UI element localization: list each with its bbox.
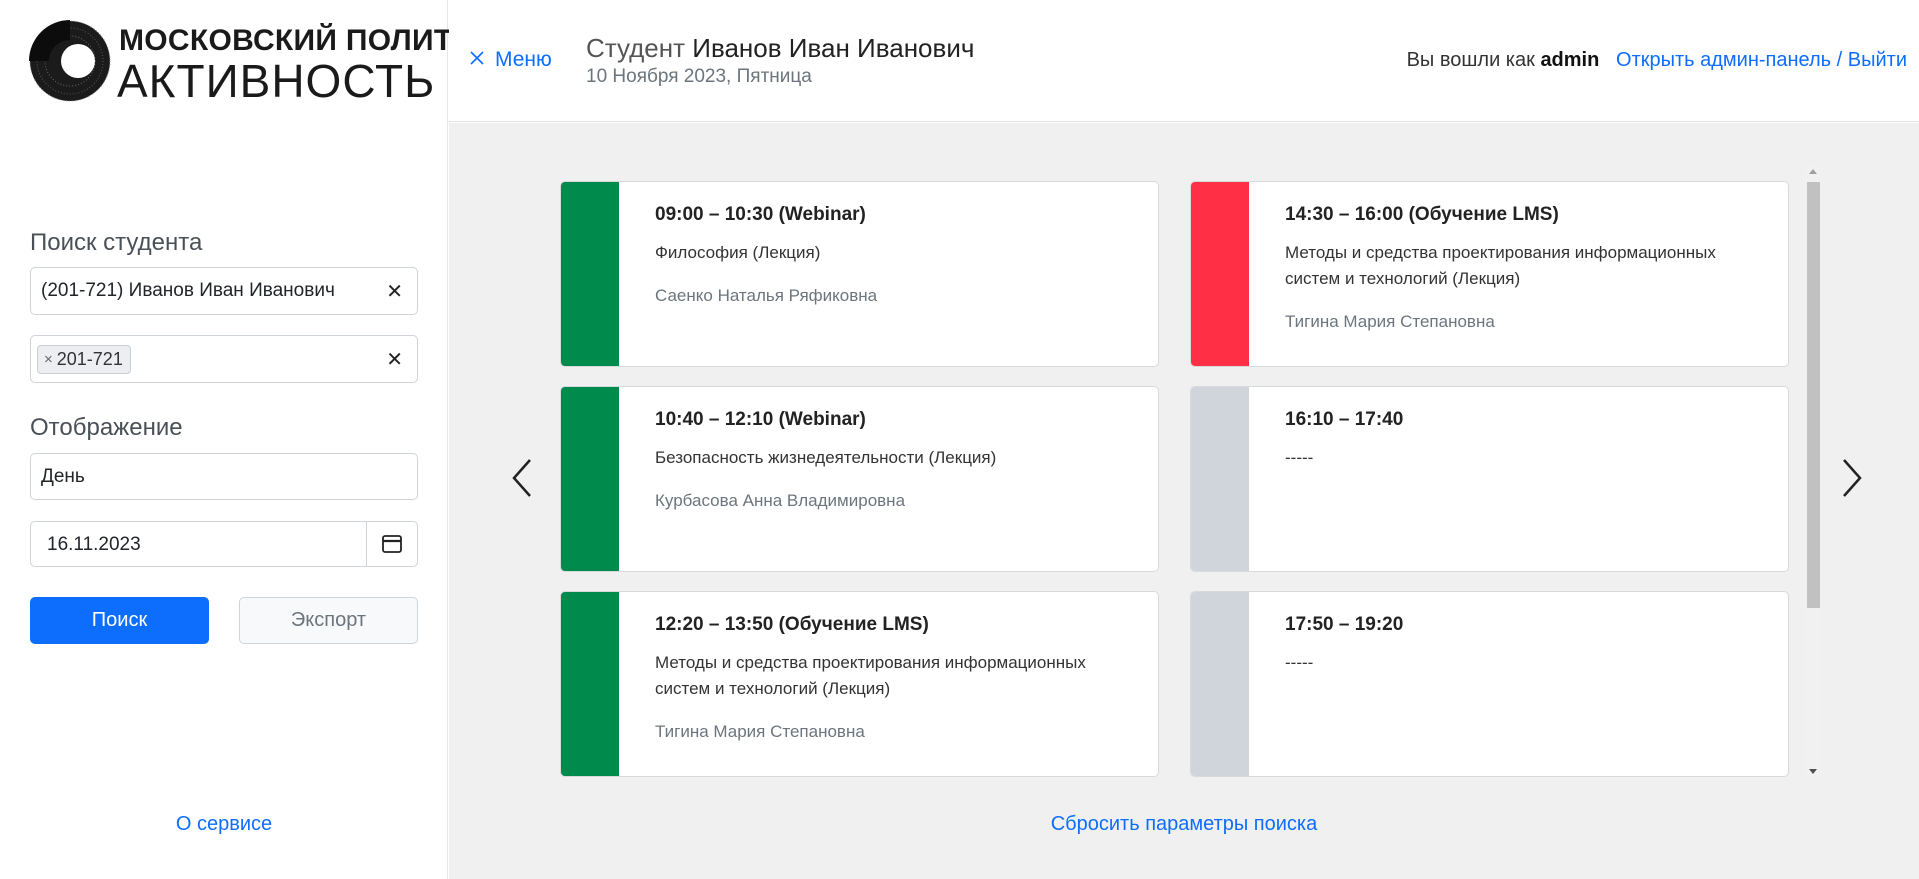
lesson-card[interactable]: 12:20 – 13:50 (Обучение LMS) Методы и ср…: [560, 591, 1159, 777]
lesson-card[interactable]: 09:00 – 10:30 (Webinar) Философия (Лекци…: [560, 181, 1159, 367]
scroll-down-icon[interactable]: [1809, 769, 1817, 774]
logout-link[interactable]: Выйти: [1848, 49, 1907, 71]
display-label: Отображение: [30, 414, 183, 441]
lesson-time: 17:50 – 19:20: [1285, 614, 1404, 635]
username: admin: [1540, 49, 1600, 71]
lesson-card[interactable]: 16:10 – 17:40 -----: [1190, 386, 1789, 572]
remove-tag-icon[interactable]: ×: [44, 351, 53, 368]
student-select[interactable]: (201-721) Иванов Иван Иванович ✕: [30, 267, 418, 315]
admin-panel-link[interactable]: Открыть админ-панель: [1616, 49, 1831, 71]
lesson-time: 10:40 – 12:10 (Webinar): [655, 409, 866, 430]
reset-search-link[interactable]: Сбросить параметры поиска: [449, 813, 1919, 836]
group-tag: × 201-721: [37, 344, 131, 374]
date-input-value: 16.11.2023: [47, 534, 141, 555]
lesson-status-bar: [561, 592, 619, 776]
export-button[interactable]: Экспорт: [239, 597, 418, 644]
search-button[interactable]: Поиск: [30, 597, 209, 644]
lesson-grid: 09:00 – 10:30 (Webinar) Философия (Лекци…: [560, 181, 1789, 778]
lesson-teacher: Тигина Мария Степановна: [655, 722, 865, 741]
lesson-subject: Философия (Лекция): [655, 243, 821, 262]
schedule-scrollbar[interactable]: [1805, 166, 1822, 777]
lesson-subject: Методы и средства проектирования информа…: [655, 653, 1086, 698]
lesson-status-bar: [561, 387, 619, 571]
display-select-value: День: [41, 465, 85, 487]
lesson-status-bar: [561, 182, 619, 366]
lesson-subject: -----: [1285, 653, 1314, 672]
lesson-subject: Безопасность жизнедеятельности (Лекция): [655, 448, 997, 467]
lesson-card[interactable]: 17:50 – 19:20 -----: [1190, 591, 1789, 777]
display-select[interactable]: День: [30, 453, 418, 500]
student-prefix: Студент: [586, 33, 686, 63]
logo-title: МОСКОВСКИЙ ПОЛИТЕХ: [119, 24, 494, 57]
logo[interactable]: МОСКОВСКИЙ ПОЛИТЕХ АКТИВНОСТЬ: [29, 20, 493, 107]
lesson-time: 09:00 – 10:30 (Webinar): [655, 204, 866, 225]
lesson-status-bar: [1191, 182, 1249, 366]
lesson-teacher: Курбасова Анна Владимировна: [655, 491, 906, 510]
logo-subtitle: АКТИВНОСТЬ: [117, 55, 436, 107]
scroll-up-icon[interactable]: [1809, 169, 1817, 174]
lesson-time: 16:10 – 17:40: [1285, 409, 1404, 430]
group-select[interactable]: × 201-721 ✕: [30, 335, 418, 383]
logged-in-text: Вы вошли как: [1406, 49, 1535, 71]
header: Меню Студент Иванов Иван Иванович 10 Ноя…: [449, 0, 1919, 122]
search-student-label: Поиск студента: [30, 229, 203, 256]
menu-toggle-button[interactable]: Меню: [469, 48, 552, 72]
schedule-date: 10 Ноября 2023, Пятница: [586, 66, 812, 87]
student-name: Иванов Иван Иванович: [692, 33, 975, 63]
clear-group-icon[interactable]: ✕: [386, 347, 403, 372]
lesson-teacher: Саенко Наталья Ряфиковна: [655, 286, 878, 305]
logo-mark-icon: [29, 20, 111, 102]
lesson-status-bar: [1191, 592, 1249, 776]
menu-label: Меню: [495, 48, 552, 71]
lesson-subject: -----: [1285, 448, 1314, 467]
lesson-subject: Методы и средства проектирования информа…: [1285, 243, 1716, 288]
auth-info: Вы вошли как admin Открыть админ-панель …: [1407, 49, 1907, 72]
lesson-card[interactable]: 14:30 – 16:00 (Обучение LMS) Методы и ср…: [1190, 181, 1789, 367]
next-day-arrow-icon[interactable]: [1836, 456, 1866, 500]
link-separator: /: [1836, 49, 1843, 71]
prev-day-arrow-icon[interactable]: [508, 456, 538, 500]
close-icon: [469, 48, 485, 72]
sidebar: МОСКОВСКИЙ ПОЛИТЕХ АКТИВНОСТЬ Поиск студ…: [0, 0, 493, 879]
lesson-status-bar: [1191, 387, 1249, 571]
page-title: Студент Иванов Иван Иванович: [586, 33, 974, 64]
lesson-time: 12:20 – 13:50 (Обучение LMS): [655, 614, 929, 635]
about-service-link[interactable]: О сервисе: [0, 813, 448, 836]
scroll-thumb[interactable]: [1807, 182, 1820, 608]
student-select-value: (201-721) Иванов Иван Иванович: [41, 280, 335, 301]
lesson-teacher: Тигина Мария Степановна: [1285, 312, 1495, 331]
clear-student-icon[interactable]: ✕: [386, 279, 403, 304]
lesson-card[interactable]: 10:40 – 12:10 (Webinar) Безопасность жиз…: [560, 386, 1159, 572]
group-tag-label: 201-721: [56, 348, 123, 369]
calendar-icon[interactable]: [366, 522, 417, 566]
schedule-area: 09:00 – 10:30 (Webinar) Философия (Лекци…: [449, 123, 1919, 879]
lesson-time: 14:30 – 16:00 (Обучение LMS): [1285, 204, 1559, 225]
date-input[interactable]: 16.11.2023: [30, 521, 418, 567]
